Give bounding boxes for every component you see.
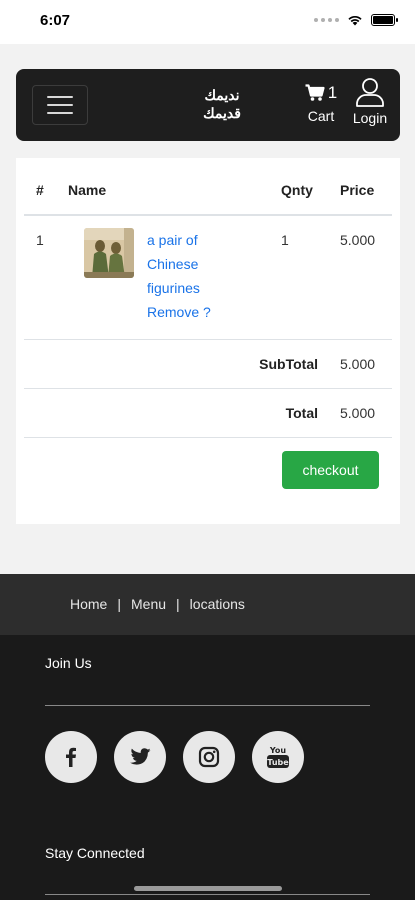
header-qnty: Qnty xyxy=(281,182,313,198)
cart-button[interactable]: 1 Cart xyxy=(293,81,349,124)
cart-count: 1 xyxy=(327,83,338,102)
item-name-line: Chinese xyxy=(147,256,199,272)
total-value: 5.000 xyxy=(340,405,376,421)
brand-logo[interactable]: نديمك قديمك xyxy=(186,87,258,123)
footer-link-home[interactable]: Home xyxy=(70,596,107,612)
item-name-line: a pair of xyxy=(147,232,198,248)
cellular-signal-icon xyxy=(314,18,339,22)
footer-links-bar: Home | Menu | locations xyxy=(0,574,415,635)
top-navbar: نديمك قديمك 1 Cart Login xyxy=(16,69,400,141)
subtotal-label: SubTotal xyxy=(259,356,318,372)
cart-card: # Name Qnty Price 1 a pair of Chinese fi… xyxy=(16,158,400,524)
status-bar: 6:07 xyxy=(0,0,415,44)
item-price: 5.000 xyxy=(340,232,376,248)
stay-connected-title: Stay Connected xyxy=(45,845,145,861)
footer-main: Join Us You Tube Stay Connected xyxy=(0,635,415,900)
social-links: You Tube xyxy=(45,731,304,783)
twitter-button[interactable] xyxy=(114,731,166,783)
battery-icon xyxy=(371,14,398,26)
login-button[interactable]: Login xyxy=(344,77,396,126)
footer-separator: | xyxy=(117,596,121,612)
footer-link-menu[interactable]: Menu xyxy=(131,596,166,612)
footer-link-locations[interactable]: locations xyxy=(190,596,245,612)
youtube-button[interactable]: You Tube xyxy=(252,731,304,783)
header-num: # xyxy=(36,182,44,198)
hamburger-line xyxy=(47,104,73,106)
remove-item-link[interactable]: Remove ? xyxy=(147,300,237,324)
twitter-icon xyxy=(130,748,151,765)
instagram-button[interactable] xyxy=(183,731,235,783)
item-name-link[interactable]: a pair of Chinese figurines Remove ? xyxy=(147,228,237,324)
header-price: Price xyxy=(340,182,375,198)
footer-nav: Home | Menu | locations xyxy=(70,596,245,612)
instagram-icon xyxy=(198,746,220,768)
item-name-line: figurines xyxy=(147,280,200,296)
join-us-title: Join Us xyxy=(45,655,92,671)
total-label: Total xyxy=(285,405,318,421)
login-label: Login xyxy=(352,110,388,126)
divider xyxy=(45,705,370,706)
logo-line-1: نديمك xyxy=(204,88,240,104)
subtotal-row: SubTotal 5.000 xyxy=(24,340,392,389)
wifi-icon xyxy=(348,15,362,26)
user-icon xyxy=(356,78,384,107)
hamburger-line xyxy=(47,96,73,98)
status-icons xyxy=(314,14,398,26)
checkout-button[interactable]: checkout xyxy=(282,451,379,489)
table-row: 1 a pair of Chinese figurines Remove ? 1… xyxy=(24,216,392,340)
logo-line-2: قديمك xyxy=(203,106,241,122)
footer-separator: | xyxy=(176,596,180,612)
hamburger-line xyxy=(47,112,73,114)
home-indicator[interactable] xyxy=(134,886,282,891)
header-name: Name xyxy=(68,182,107,198)
youtube-text-bottom: Tube xyxy=(267,758,289,767)
cart-label: Cart xyxy=(307,108,335,124)
subtotal-value: 5.000 xyxy=(340,356,376,372)
item-num: 1 xyxy=(36,232,44,248)
facebook-button[interactable] xyxy=(45,731,97,783)
hamburger-menu-button[interactable] xyxy=(32,85,88,125)
youtube-icon: You Tube xyxy=(267,746,289,768)
item-qnty: 1 xyxy=(281,232,289,248)
status-time: 6:07 xyxy=(40,12,71,29)
total-row: Total 5.000 xyxy=(24,389,392,438)
facebook-icon xyxy=(66,747,76,767)
divider xyxy=(45,894,370,895)
table-header-row: # Name Qnty Price xyxy=(24,166,392,216)
product-thumbnail[interactable] xyxy=(84,228,134,278)
youtube-text-top: You xyxy=(269,746,287,755)
cart-icon xyxy=(305,84,325,101)
